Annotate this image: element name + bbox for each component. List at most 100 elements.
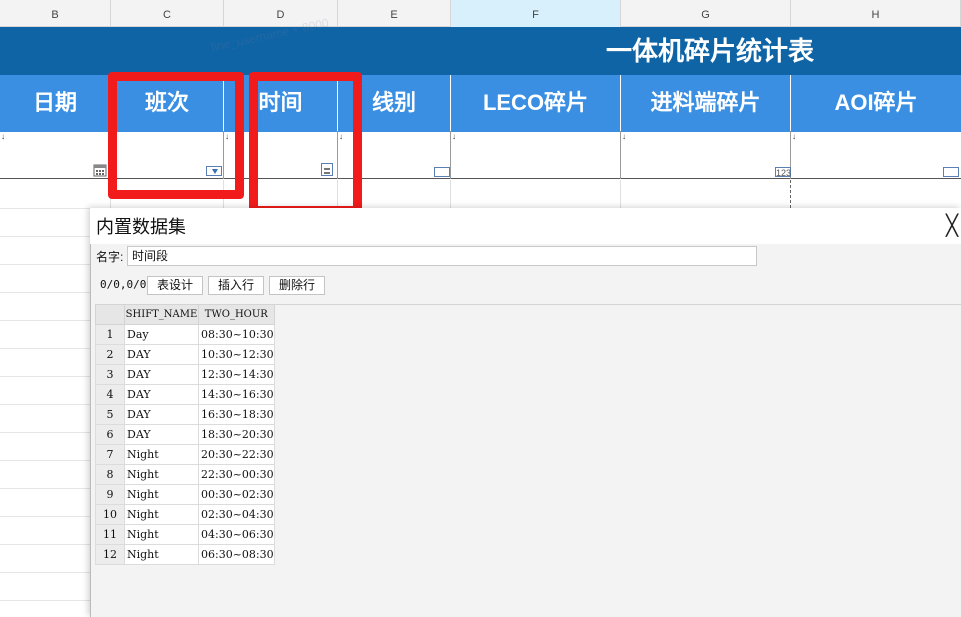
table-row[interactable]: 2 DAY 10:30~12:30 <box>95 344 275 365</box>
row-number-header[interactable] <box>95 304 125 325</box>
header-feed-end-fragments[interactable]: 进料端碎片 <box>621 75 791 131</box>
table-row[interactable]: 4 DAY 14:30~16:30 <box>95 384 275 405</box>
cell-shift-name[interactable]: DAY <box>124 424 199 445</box>
grid-row-line <box>0 348 92 349</box>
cell-shift-name[interactable]: DAY <box>124 344 199 365</box>
grid-row-line <box>0 264 92 265</box>
cell-shift-name[interactable]: DAY <box>124 384 199 405</box>
grid-row-line <box>0 572 92 573</box>
column-header-two-hour[interactable]: TWO_HOUR <box>198 304 275 325</box>
column-letter-b[interactable]: B <box>0 0 111 27</box>
calendar-icon[interactable] <box>93 163 107 177</box>
down-arrow-icon: ↓ <box>792 132 796 141</box>
row-number[interactable]: 9 <box>95 484 125 505</box>
cell-shift-name[interactable]: Night <box>124 464 199 485</box>
cell-two-hour[interactable]: 06:30~08:30 <box>198 544 275 565</box>
column-letter-c[interactable]: C <box>111 0 224 27</box>
table-row[interactable]: 1 Day 08:30~10:30 <box>95 324 275 345</box>
header-date[interactable]: 日期 <box>0 75 111 131</box>
cell-two-hour[interactable]: 00:30~02:30 <box>198 484 275 505</box>
cell-shift-name[interactable]: Night <box>124 504 199 525</box>
grid-row-line <box>0 432 92 433</box>
column-letter-f[interactable]: F <box>451 0 621 27</box>
table-row[interactable]: 11 Night 04:30~06:30 <box>95 524 275 545</box>
delete-row-button[interactable]: 删除行 <box>269 276 325 295</box>
table-row[interactable]: 10 Night 02:30~04:30 <box>95 504 275 525</box>
row-number[interactable]: 3 <box>95 364 125 385</box>
table-row[interactable]: 8 Night 22:30~00:30 <box>95 464 275 485</box>
row-col-counter: 0/0,0/0 <box>100 278 147 291</box>
cell-shift-name[interactable]: Night <box>124 544 199 565</box>
text-input-icon[interactable] <box>434 167 450 177</box>
number-input-icon[interactable]: 123 <box>775 167 791 178</box>
grid-row-line <box>0 292 92 293</box>
cell-two-hour[interactable]: 08:30~10:30 <box>198 324 275 345</box>
dialog-titlebar <box>90 208 961 244</box>
column-header-shift-name[interactable]: SHIFT_NAME <box>124 304 199 325</box>
cell-two-hour[interactable]: 12:30~14:30 <box>198 364 275 385</box>
column-letter-g[interactable]: G <box>621 0 791 27</box>
row-number[interactable]: 2 <box>95 344 125 365</box>
grid-row-line <box>0 544 92 545</box>
cell-two-hour[interactable]: 20:30~22:30 <box>198 444 275 465</box>
cell-two-hour[interactable]: 10:30~12:30 <box>198 344 275 365</box>
annotation-highlight-time <box>249 72 362 215</box>
header-aoi-fragments[interactable]: AOI碎片 <box>791 75 961 131</box>
cell-two-hour[interactable]: 22:30~00:30 <box>198 464 275 485</box>
header-leco-fragments[interactable]: LECO碎片 <box>451 75 621 131</box>
dataset-table: SHIFT_NAME TWO_HOUR 1 Day 08:30~10:30 2 DAY 1… <box>95 304 275 565</box>
filter-aoi-cell[interactable] <box>791 131 961 179</box>
grid-row-line <box>0 460 92 461</box>
row-number[interactable]: 5 <box>95 404 125 425</box>
grid-row-line <box>0 488 92 489</box>
table-row[interactable]: 7 Night 20:30~22:30 <box>95 444 275 465</box>
cell-two-hour[interactable]: 14:30~16:30 <box>198 384 275 405</box>
filter-leco-cell[interactable] <box>451 131 621 179</box>
cell-two-hour[interactable]: 02:30~04:30 <box>198 504 275 525</box>
close-icon[interactable]: ╳ <box>946 213 958 238</box>
grid-row-line <box>0 600 92 601</box>
filter-feed-end-cell[interactable] <box>621 131 791 179</box>
row-number[interactable]: 4 <box>95 384 125 405</box>
grid-row-line <box>0 208 92 209</box>
grid-row-line <box>0 236 92 237</box>
row-number[interactable]: 6 <box>95 424 125 445</box>
cell-two-hour[interactable]: 18:30~20:30 <box>198 424 275 445</box>
grid-row-line <box>0 320 92 321</box>
name-label: 名字: <box>96 250 124 264</box>
grid-row-line <box>0 516 92 517</box>
table-header-row: SHIFT_NAME TWO_HOUR <box>95 304 275 325</box>
grid-row-line <box>0 404 92 405</box>
row-number[interactable]: 10 <box>95 504 125 525</box>
column-letter-e[interactable]: E <box>338 0 451 27</box>
sheet-title[interactable]: 一体机碎片统计表 <box>540 27 880 75</box>
cell-shift-name[interactable]: Night <box>124 524 199 545</box>
row-number[interactable]: 8 <box>95 464 125 485</box>
text-input-icon[interactable] <box>943 167 959 177</box>
cell-two-hour[interactable]: 16:30~18:30 <box>198 404 275 425</box>
down-arrow-icon: ↓ <box>1 132 5 141</box>
down-arrow-icon: ↓ <box>452 132 456 141</box>
table-row[interactable]: 12 Night 06:30~08:30 <box>95 544 275 565</box>
name-input[interactable]: 时间段 <box>127 246 757 266</box>
row-number[interactable]: 11 <box>95 524 125 545</box>
annotation-highlight-shift <box>108 72 244 199</box>
cell-shift-name[interactable]: Night <box>124 484 199 505</box>
table-row[interactable]: 3 DAY 12:30~14:30 <box>95 364 275 385</box>
insert-row-button[interactable]: 插入行 <box>208 276 264 295</box>
cell-two-hour[interactable]: 04:30~06:30 <box>198 524 275 545</box>
table-row[interactable]: 6 DAY 18:30~20:30 <box>95 424 275 445</box>
table-design-button[interactable]: 表设计 <box>147 276 203 295</box>
cell-shift-name[interactable]: Day <box>124 324 199 345</box>
column-letter-h[interactable]: H <box>791 0 961 27</box>
table-row[interactable]: 5 DAY 16:30~18:30 <box>95 404 275 425</box>
grid-row-line <box>0 376 92 377</box>
cell-shift-name[interactable]: Night <box>124 444 199 465</box>
cell-shift-name[interactable]: DAY <box>124 404 199 425</box>
dialog-title: 内置数据集 <box>96 217 186 237</box>
cell-shift-name[interactable]: DAY <box>124 364 199 385</box>
table-row[interactable]: 9 Night 00:30~02:30 <box>95 484 275 505</box>
row-number[interactable]: 1 <box>95 324 125 345</box>
row-number[interactable]: 7 <box>95 444 125 465</box>
row-number[interactable]: 12 <box>95 544 125 565</box>
